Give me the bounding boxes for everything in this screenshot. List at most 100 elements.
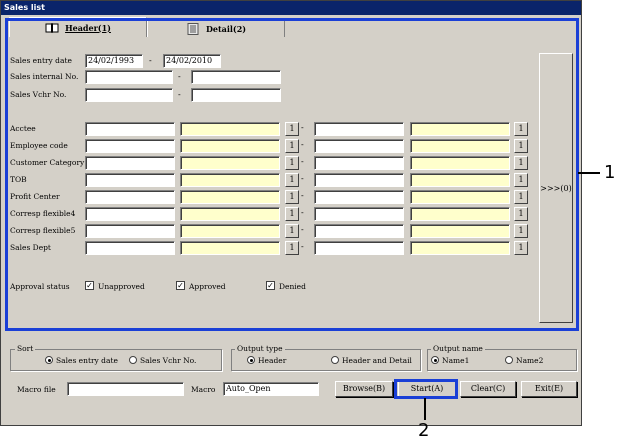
criteria-range-separator: - — [301, 123, 304, 132]
lookup-from-button[interactable]: 1 — [285, 173, 299, 187]
criteria-name-to-display — [410, 122, 510, 136]
criteria-code-to-input[interactable] — [314, 224, 404, 238]
lookup-from-button[interactable]: 1 — [285, 241, 299, 255]
criteria-name-from-display — [180, 156, 280, 170]
criteria-code-to-input[interactable] — [314, 156, 404, 170]
criteria-name-from-display — [180, 241, 280, 255]
sort-vchr-no-label: Sales Vchr No. — [140, 356, 197, 365]
unapproved-label: Unapproved — [98, 282, 145, 291]
criteria-range-separator: - — [301, 174, 304, 183]
lookup-from-button[interactable]: 1 — [285, 224, 299, 238]
criteria-code-to-input[interactable] — [314, 139, 404, 153]
output-header-label: Header — [258, 356, 287, 365]
lookup-to-button[interactable]: 1 — [514, 122, 528, 136]
criteria-code-to-input[interactable] — [314, 173, 404, 187]
criteria-range-separator: - — [301, 208, 304, 217]
criteria-row-label: Profit Center — [10, 192, 60, 201]
output-name2-radio[interactable] — [505, 356, 513, 364]
approved-checkbox[interactable]: ✓ — [176, 281, 185, 290]
sort-group-title: Sort — [15, 344, 36, 353]
expand-button[interactable]: >>>(0) — [539, 53, 573, 323]
start-button-highlight — [394, 379, 458, 399]
macro-input[interactable]: Auto_Open — [223, 382, 319, 396]
criteria-row-label: Customer Category — [10, 158, 85, 167]
vchr-no-from-input[interactable] — [85, 88, 173, 102]
sort-entry-date-radio[interactable] — [45, 356, 53, 364]
sort-entry-date-label: Sales entry date — [56, 356, 118, 365]
lookup-to-button[interactable]: 1 — [514, 241, 528, 255]
callout-1: 1 — [604, 162, 616, 183]
lookup-to-button[interactable]: 1 — [514, 156, 528, 170]
lookup-from-button[interactable]: 1 — [285, 139, 299, 153]
output-header-detail-label: Header and Detail — [342, 356, 412, 365]
criteria-name-to-display — [410, 173, 510, 187]
output-name-title: Output name — [431, 344, 485, 353]
window-title: Sales list — [1, 1, 581, 15]
criteria-row-label: Corresp flexible4 — [10, 209, 76, 218]
unapproved-checkbox[interactable]: ✓ — [85, 281, 94, 290]
lookup-to-button[interactable]: 1 — [514, 224, 528, 238]
callout-2: 2 — [418, 420, 430, 441]
sales-vchr-no-label: Sales Vchr No. — [10, 90, 67, 99]
criteria-range-separator: - — [301, 225, 304, 234]
criteria-code-from-input[interactable] — [85, 173, 175, 187]
date-range-separator: - — [149, 56, 152, 65]
date-from-input[interactable]: 24/02/1993 — [85, 54, 143, 68]
criteria-name-to-display — [410, 241, 510, 255]
criteria-name-from-display — [180, 207, 280, 221]
sales-entry-date-label: Sales entry date — [10, 56, 72, 65]
macro-label: Macro — [191, 385, 216, 394]
lookup-to-button[interactable]: 1 — [514, 173, 528, 187]
criteria-name-to-display — [410, 224, 510, 238]
lookup-to-button[interactable]: 1 — [514, 190, 528, 204]
criteria-name-to-display — [410, 190, 510, 204]
criteria-code-to-input[interactable] — [314, 207, 404, 221]
criteria-range-separator: - — [301, 157, 304, 166]
sort-vchr-no-radio[interactable] — [129, 356, 137, 364]
callout-2-leader — [424, 398, 426, 420]
internal-no-to-input[interactable] — [191, 70, 281, 84]
approval-status-label: Approval status — [10, 282, 70, 291]
criteria-name-from-display — [180, 190, 280, 204]
criteria-code-to-input[interactable] — [314, 122, 404, 136]
lookup-to-button[interactable]: 1 — [514, 207, 528, 221]
internal-no-separator: - — [178, 72, 181, 81]
criteria-code-to-input[interactable] — [314, 241, 404, 255]
vchr-no-to-input[interactable] — [191, 88, 281, 102]
output-type-title: Output type — [235, 344, 285, 353]
criteria-code-from-input[interactable] — [85, 190, 175, 204]
output-header-radio[interactable] — [247, 356, 255, 364]
macro-file-input[interactable] — [67, 382, 184, 396]
clear-button[interactable]: Clear(C) — [460, 381, 516, 397]
criteria-range-separator: - — [301, 140, 304, 149]
criteria-code-from-input[interactable] — [85, 122, 175, 136]
criteria-code-from-input[interactable] — [85, 139, 175, 153]
criteria-code-from-input[interactable] — [85, 156, 175, 170]
lookup-from-button[interactable]: 1 — [285, 122, 299, 136]
lookup-from-button[interactable]: 1 — [285, 156, 299, 170]
exit-button[interactable]: Exit(E) — [521, 381, 577, 397]
lookup-from-button[interactable]: 1 — [285, 190, 299, 204]
criteria-range-separator: - — [301, 242, 304, 251]
internal-no-from-input[interactable] — [85, 70, 173, 84]
lookup-from-button[interactable]: 1 — [285, 207, 299, 221]
browse-button[interactable]: Browse(B) — [335, 381, 393, 397]
criteria-name-to-display — [410, 207, 510, 221]
date-to-input[interactable]: 24/02/2010 — [163, 54, 221, 68]
criteria-code-from-input[interactable] — [85, 241, 175, 255]
lookup-to-button[interactable]: 1 — [514, 139, 528, 153]
criteria-row-label: Acctee — [10, 124, 36, 133]
denied-checkbox[interactable]: ✓ — [266, 281, 275, 290]
output-name1-radio[interactable] — [431, 356, 439, 364]
criteria-code-from-input[interactable] — [85, 224, 175, 238]
criteria-row-label: Employee code — [10, 141, 68, 150]
expand-button-label: >>>(0) — [540, 183, 572, 193]
criteria-code-to-input[interactable] — [314, 190, 404, 204]
sales-internal-no-label: Sales internal No. — [10, 72, 79, 81]
criteria-range-separator: - — [301, 191, 304, 200]
output-header-detail-radio[interactable] — [331, 356, 339, 364]
criteria-name-from-display — [180, 139, 280, 153]
sales-list-window: Sales list Header(1) Detail(2) Sales ent… — [0, 0, 582, 426]
criteria-name-from-display — [180, 122, 280, 136]
criteria-code-from-input[interactable] — [85, 207, 175, 221]
